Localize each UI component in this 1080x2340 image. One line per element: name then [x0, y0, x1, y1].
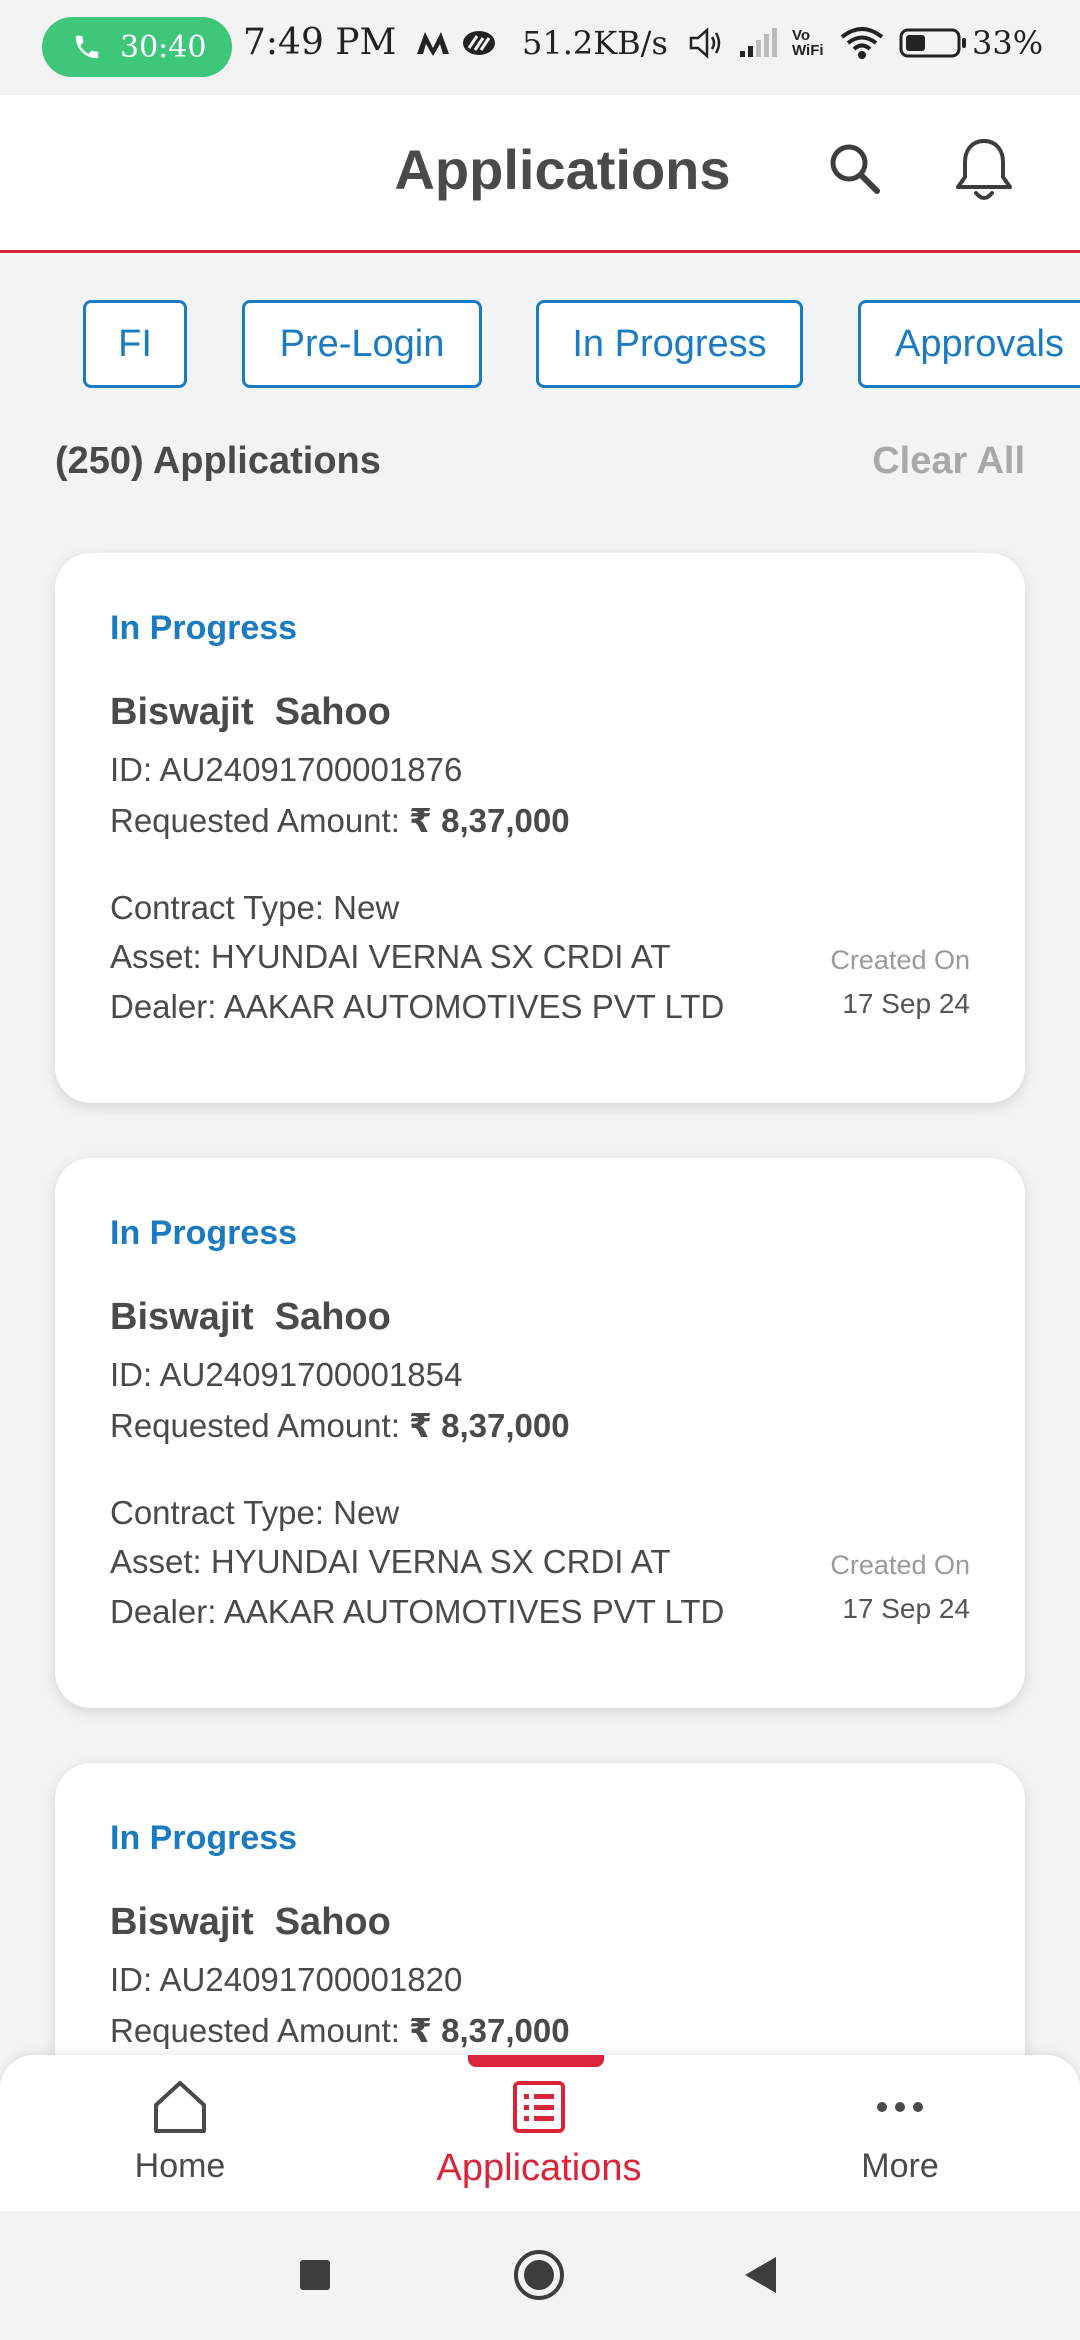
filter-chip-pre-login[interactable]: Pre-Login — [242, 300, 482, 388]
created-on-date: 17 Sep 24 — [842, 988, 970, 1019]
home-icon — [154, 2081, 206, 2133]
ongoing-call-pill[interactable]: 30:40 — [42, 17, 232, 77]
requested-amount: Requested Amount: ₹ 8,37,000 — [110, 2011, 570, 2050]
status-label: In Progress — [110, 1214, 298, 1252]
amount-value: ₹ 8,37,000 — [409, 802, 570, 839]
nav-applications[interactable]: Applications — [389, 2075, 689, 2190]
created-on-date: 17 Sep 24 — [842, 1593, 970, 1624]
clock: 7:49 PM — [243, 22, 397, 63]
created-on-label: Created On — [830, 1550, 970, 1580]
system-icons: Vo WiFi — [688, 26, 968, 60]
more-dots-icon — [877, 2102, 923, 2112]
status-bar: 30:40 7:49 PM 51.2KB/s Vo WiFi 33% — [0, 0, 1080, 95]
created-on-label: Created On — [830, 945, 970, 975]
wifi-icon — [840, 27, 884, 59]
nav-home[interactable]: Home — [30, 2075, 330, 2186]
notification-icons — [415, 28, 497, 58]
applicant-name: Biswajit Sahoo — [110, 1296, 391, 1338]
recents-square-icon[interactable] — [298, 2258, 332, 2292]
application-id: ID: AU24091700001854 — [110, 1356, 463, 1393]
list-document-icon — [513, 2081, 565, 2133]
notification-bell-icon[interactable] — [954, 137, 1014, 205]
back-triangle-icon[interactable] — [742, 2255, 778, 2295]
signal-icon — [740, 28, 777, 57]
applications-count: (250) Applications — [55, 440, 381, 482]
call-timer: 30:40 — [120, 29, 207, 65]
application-card[interactable]: In Progress Biswajit Sahoo ID: AU2409170… — [55, 553, 1025, 1103]
contract-type: Contract Type: New — [110, 1494, 400, 1531]
requested-amount: Requested Amount: ₹ 8,37,000 — [110, 1406, 570, 1445]
nav-more-label: More — [861, 2147, 939, 2185]
active-tab-indicator — [468, 2055, 604, 2067]
home-circle-icon[interactable] — [512, 2248, 566, 2302]
asset: Asset: HYUNDAI VERNA SX CRDI AT — [110, 938, 671, 975]
system-navigation-bar — [0, 2211, 1080, 2340]
filter-chip-approvals[interactable]: Approvals — [858, 300, 1080, 388]
app-icon — [463, 31, 495, 55]
results-summary: (250) Applications Clear All — [55, 440, 1025, 490]
filter-chips: FI Pre-Login In Progress Approvals — [0, 300, 1080, 392]
filter-chip-in-progress[interactable]: In Progress — [536, 300, 803, 388]
status-label: In Progress — [110, 609, 298, 647]
bottom-navigation: Home Applications More — [0, 2055, 1080, 2211]
contract-type: Contract Type: New — [110, 889, 400, 926]
amount-value: ₹ 8,37,000 — [409, 1407, 570, 1444]
page-title: Applications — [394, 138, 731, 201]
applicant-name: Biswajit Sahoo — [110, 691, 391, 733]
application-id: ID: AU24091700001876 — [110, 751, 463, 788]
battery-percent: 33% — [972, 24, 1044, 62]
clear-all-button[interactable]: Clear All — [872, 440, 1025, 483]
volume-icon — [689, 27, 721, 59]
dealer: Dealer: AAKAR AUTOMOTIVES PVT LTD — [110, 988, 725, 1025]
application-id: ID: AU24091700001820 — [110, 1961, 463, 1998]
battery-icon — [899, 28, 966, 58]
app-header: Applications — [0, 95, 1080, 253]
nav-more[interactable]: More — [750, 2075, 1050, 2186]
nav-home-label: Home — [134, 2147, 226, 2185]
search-icon[interactable] — [826, 140, 882, 196]
requested-amount: Requested Amount: ₹ 8,37,000 — [110, 801, 570, 840]
status-label: In Progress — [110, 1819, 298, 1857]
application-card[interactable]: In Progress Biswajit Sahoo ID: AU2409170… — [55, 1158, 1025, 1708]
filter-chip-fi[interactable]: FI — [83, 300, 187, 388]
phone-icon — [75, 35, 99, 59]
amount-label: Requested Amount: — [110, 1407, 410, 1444]
m-app-icon — [417, 32, 449, 56]
amount-label: Requested Amount: — [110, 2012, 410, 2049]
network-speed: 51.2KB/s — [522, 24, 668, 62]
amount-value: ₹ 8,37,000 — [409, 2012, 570, 2049]
dealer: Dealer: AAKAR AUTOMOTIVES PVT LTD — [110, 1593, 725, 1630]
vowifi-label: Vo WiFi — [792, 27, 824, 59]
asset: Asset: HYUNDAI VERNA SX CRDI AT — [110, 1543, 671, 1580]
applicant-name: Biswajit Sahoo — [110, 1901, 391, 1943]
amount-label: Requested Amount: — [110, 802, 410, 839]
nav-applications-label: Applications — [436, 2147, 642, 2189]
